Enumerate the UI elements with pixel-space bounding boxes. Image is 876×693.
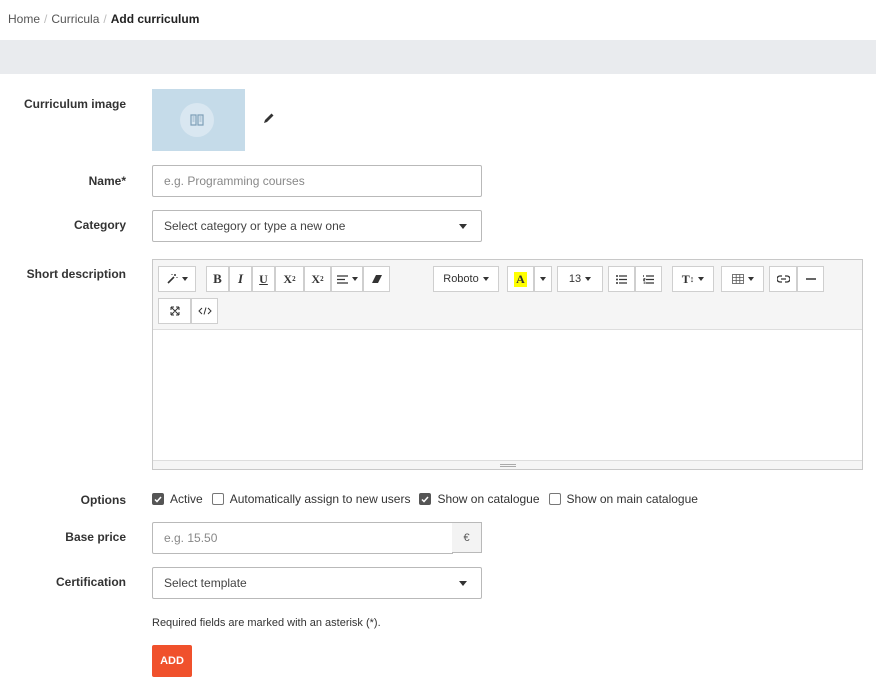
chevron-down-icon	[459, 224, 467, 229]
chevron-down-icon	[459, 581, 467, 586]
font-size-dropdown[interactable]: 13	[557, 266, 603, 292]
code-icon	[197, 307, 212, 315]
eraser-button[interactable]	[363, 266, 390, 292]
breadcrumb-separator: /	[44, 12, 48, 26]
certification-select[interactable]: Select template	[152, 567, 482, 599]
horizontal-rule-icon	[805, 278, 816, 280]
short-description-label: Short description	[26, 267, 126, 281]
certification-select-value: Select template	[164, 576, 247, 590]
options-label: Options	[80, 493, 126, 507]
option-show-on-catalogue[interactable]: Show on catalogue	[419, 492, 540, 506]
text-height-label: T	[681, 271, 690, 286]
font-name-dropdown[interactable]: Roboto	[433, 266, 499, 292]
required-fields-hint: Required fields are marked with an aster…	[152, 617, 381, 629]
header-band	[0, 40, 876, 74]
option-label: Active	[170, 492, 203, 506]
category-label: Category	[73, 218, 126, 232]
base-price-label: Base price	[65, 530, 126, 544]
highlight-letter: A	[514, 271, 527, 287]
option-label: Automatically assign to new users	[229, 492, 411, 506]
rich-text-editor: B I U X2 X2 Roboto A 13 T ↕	[152, 259, 863, 470]
category-select[interactable]: Select category or type a new one	[152, 210, 482, 242]
edit-pencil-icon[interactable]	[263, 112, 275, 124]
fullscreen-icon	[170, 306, 179, 316]
active-checkbox[interactable]	[152, 493, 164, 505]
breadcrumb-curricula[interactable]: Curricula	[51, 12, 99, 26]
name-label: Name*	[88, 174, 126, 188]
curriculum-image-placeholder[interactable]	[152, 89, 245, 151]
breadcrumb-current: Add curriculum	[110, 12, 200, 26]
curriculum-image-label: Curriculum image	[23, 97, 126, 111]
unordered-list-button[interactable]	[608, 266, 635, 292]
breadcrumb-home[interactable]: Home	[8, 12, 40, 26]
show-on-catalogue-checkbox[interactable]	[419, 493, 432, 505]
ordered-list-button[interactable]	[635, 266, 662, 292]
certification-label: Certification	[55, 575, 126, 589]
breadcrumb-separator: /	[103, 12, 107, 26]
magic-wand-icon	[167, 274, 178, 284]
options-group: Active Automatically assign to new users…	[152, 492, 707, 506]
show-on-main-catalogue-checkbox[interactable]	[548, 493, 561, 505]
category-select-value: Select category or type a new one	[164, 219, 346, 233]
table-icon	[731, 274, 744, 284]
editor-content-area[interactable]	[153, 331, 862, 460]
highlight-color-dropdown[interactable]	[534, 266, 552, 292]
name-input[interactable]: e.g. Programming courses	[152, 165, 482, 197]
superscript-button[interactable]: X2	[275, 266, 304, 292]
eraser-icon	[371, 275, 382, 283]
check-icon	[154, 496, 162, 503]
numbered-list-icon	[643, 274, 654, 284]
code-view-button[interactable]	[191, 298, 218, 324]
auto-assign-checkbox[interactable]	[211, 493, 224, 505]
superscript-label: X	[283, 271, 293, 286]
base-price-input[interactable]: e.g. 15.50	[152, 522, 453, 554]
option-active[interactable]: Active	[152, 492, 203, 506]
underline-button[interactable]: U	[252, 266, 275, 292]
book-icon	[190, 114, 204, 126]
font-size-value: 13	[568, 273, 582, 285]
check-icon	[421, 496, 429, 503]
link-icon	[776, 275, 790, 283]
editor-resize-handle[interactable]	[153, 460, 862, 469]
editor-toolbar: B I U X2 X2 Roboto A 13 T ↕	[153, 260, 862, 330]
subscript-label: X	[311, 271, 321, 286]
magic-wand-style-button[interactable]	[158, 266, 196, 292]
bullet-list-icon	[616, 274, 627, 284]
option-auto-assign[interactable]: Automatically assign to new users	[211, 492, 411, 506]
option-show-on-main-catalogue[interactable]: Show on main catalogue	[548, 492, 698, 506]
highlight-color-button[interactable]: A	[507, 266, 534, 292]
currency-addon: €	[452, 522, 482, 553]
fullscreen-button[interactable]	[158, 298, 191, 324]
table-insert-button[interactable]	[721, 266, 764, 292]
option-label: Show on main catalogue	[566, 492, 698, 506]
font-name-value: Roboto	[443, 273, 479, 285]
paragraph-align-button[interactable]	[331, 266, 363, 292]
add-button[interactable]: ADD	[152, 645, 192, 677]
bold-button[interactable]: B	[206, 266, 229, 292]
horizontal-rule-button[interactable]	[797, 266, 824, 292]
align-left-icon	[336, 274, 348, 284]
italic-button[interactable]: I	[229, 266, 252, 292]
subscript-button[interactable]: X2	[304, 266, 331, 292]
insert-link-button[interactable]	[769, 266, 797, 292]
text-height-button[interactable]: T ↕	[672, 266, 714, 292]
breadcrumb: Home / Curricula / Add curriculum	[8, 12, 199, 26]
option-label: Show on catalogue	[437, 492, 540, 506]
